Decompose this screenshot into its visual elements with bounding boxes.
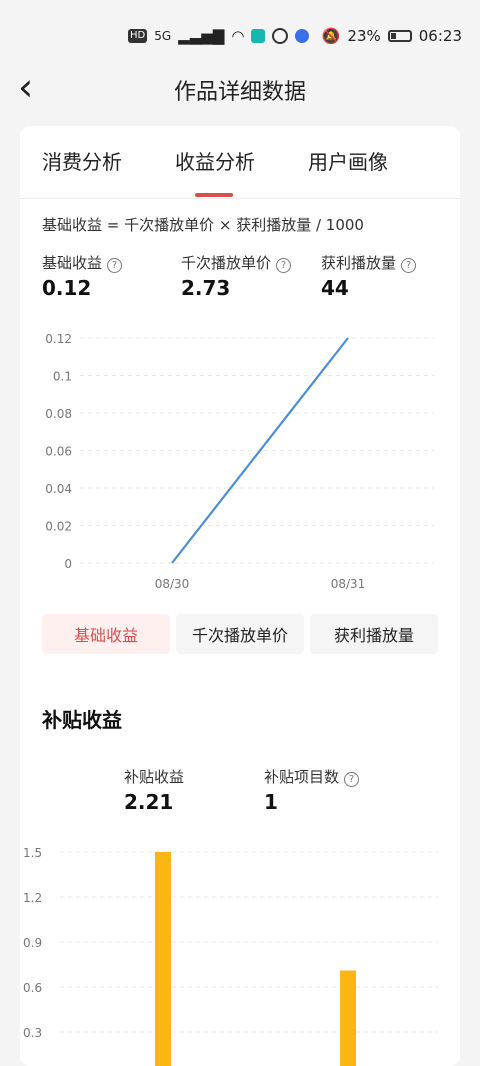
y-tick-label: 0.04 — [45, 482, 72, 496]
help-icon[interactable]: ? — [276, 258, 292, 273]
tab-revenue[interactable]: 收益分析 — [175, 146, 255, 197]
x-tick-label: 08/31 — [331, 577, 366, 591]
subsidy-bar — [340, 970, 356, 1066]
y-tick-label: 0.06 — [45, 445, 72, 459]
profit-plays-button[interactable]: 获利播放量 — [310, 614, 438, 654]
subsidy-projects-label: 补贴项目数? — [264, 766, 360, 787]
basic-revenue-button[interactable]: 基础收益 — [42, 614, 170, 654]
y-tick-label: 0.02 — [45, 520, 72, 534]
metric-label-plays: 获利播放量? — [321, 252, 417, 273]
y-tick-label: 0.9 — [23, 936, 42, 950]
hd-indicator: HD — [128, 29, 148, 43]
basic-revenue-line-chart: 0.12 0.1 0.08 0.06 0.04 0.02 0 08/30 08/31 — [45, 332, 434, 591]
metric-label-basic: 基础收益? — [42, 252, 123, 273]
subsidy-bar — [155, 852, 171, 1066]
subsidy-label: 补贴收益 — [124, 768, 185, 786]
help-icon[interactable]: ? — [107, 258, 123, 273]
battery-percent: 23% — [347, 27, 381, 45]
top-bar: ‹ 作品详细数据 — [0, 68, 480, 128]
circle-icon — [272, 28, 289, 44]
page-title: 作品详细数据 — [173, 80, 306, 105]
metric-label-cpm: 千次播放单价? — [181, 252, 292, 273]
y-tick-label: 0 — [64, 557, 72, 571]
subsidy-projects-value: 1 — [264, 790, 278, 814]
battery-icon — [387, 30, 412, 42]
music-icon — [295, 29, 310, 43]
metric-value-plays: 44 — [321, 276, 349, 300]
app-icon — [251, 29, 266, 43]
tab-divider — [20, 198, 460, 199]
tab-consumption[interactable]: 消费分析 — [42, 146, 122, 175]
subsidy-bar-chart: 1.5 1.2 0.9 0.6 0.3 — [23, 846, 438, 1066]
tab-bar: 消费分析 收益分析 用户画像 — [20, 126, 460, 198]
clock: 06:23 — [418, 27, 462, 45]
subsidy-title: 补贴收益 — [42, 708, 122, 732]
wifi-icon: ◠ — [231, 27, 245, 45]
y-tick-label: 0.3 — [23, 1026, 42, 1040]
network-indicator: 5G — [154, 29, 172, 43]
metric-value-basic: 0.12 — [42, 276, 92, 300]
subsidy-value: 2.21 — [124, 790, 174, 814]
y-tick-label: 0.6 — [23, 981, 42, 995]
y-tick-label: 0.12 — [45, 332, 72, 346]
content-card: 消费分析 收益分析 用户画像 基础收益 = 千次播放单价 × 获利播放量 / 1… — [20, 126, 460, 1066]
y-tick-label: 1.5 — [23, 846, 42, 860]
formula-text: 基础收益 = 千次播放单价 × 获利播放量 / 1000 — [42, 216, 364, 234]
metric-value-cpm: 2.73 — [181, 276, 231, 300]
cpm-button[interactable]: 千次播放单价 — [176, 614, 304, 654]
status-bar: HD 5G ▂▃▅▇ ◠ 🔕 23% 06:23 — [0, 0, 480, 72]
silent-bell-icon: 🔕 — [321, 27, 341, 45]
x-tick-label: 08/30 — [155, 577, 190, 591]
status-right: 🔕 23% 06:23 — [322, 27, 462, 45]
tab-audience[interactable]: 用户画像 — [308, 146, 388, 175]
y-tick-label: 0.08 — [45, 407, 72, 421]
y-tick-label: 0.1 — [53, 370, 72, 384]
help-icon[interactable]: ? — [344, 772, 360, 787]
status-left: HD 5G ▂▃▅▇ ◠ — [128, 27, 310, 45]
help-icon[interactable]: ? — [401, 258, 417, 273]
y-tick-label: 1.2 — [23, 891, 42, 905]
signal-icon: ▂▃▅▇ — [178, 27, 225, 45]
